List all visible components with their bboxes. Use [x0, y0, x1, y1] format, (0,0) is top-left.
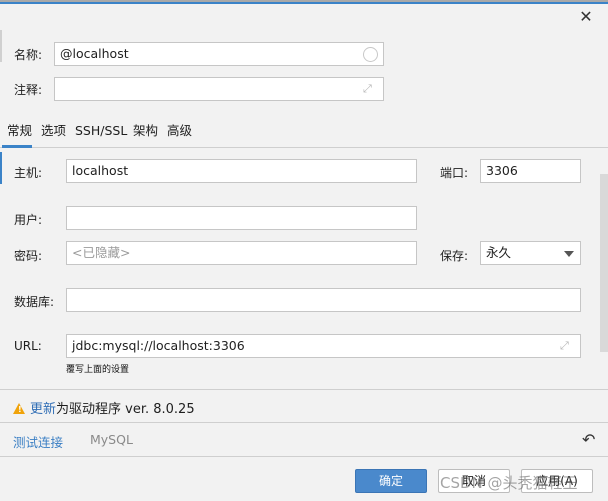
tab-schema[interactable]: 架构	[133, 122, 158, 140]
name-label: 名称:	[14, 48, 43, 62]
url-label: URL:	[14, 339, 42, 353]
name-input[interactable]: @localhost	[54, 42, 384, 66]
ok-button[interactable]: 确定	[355, 469, 427, 493]
left-edge-accent	[0, 152, 2, 184]
left-edge	[0, 30, 2, 62]
tab-ssh-ssl[interactable]: SSH/SSL	[75, 122, 127, 140]
url-input[interactable]: jdbc:mysql://localhost:3306 ⤢	[66, 334, 581, 358]
update-link[interactable]: 更新	[30, 402, 56, 417]
chevron-down-icon	[564, 251, 574, 257]
comment-input[interactable]: ⤢	[54, 77, 384, 101]
divider	[0, 456, 608, 457]
password-placeholder: <已隐藏>	[72, 245, 131, 260]
driver-warning: ! 更新为驱动程序 ver. 8.0.25	[13, 398, 195, 417]
expand-icon[interactable]: ⤢	[560, 339, 574, 353]
tab-bar: 常规 选项 SSH/SSL 架构 高级	[0, 122, 608, 148]
active-tab-indicator	[2, 145, 32, 148]
driver-name: MySQL	[90, 432, 133, 447]
comment-label: 注释:	[14, 83, 43, 97]
apply-button[interactable]: 应用(A)	[521, 469, 593, 493]
url-value: jdbc:mysql://localhost:3306	[72, 338, 245, 353]
url-hint: 覆写上面的设置	[66, 365, 130, 375]
close-icon[interactable]: ✕	[576, 8, 596, 28]
name-value: @localhost	[60, 46, 129, 61]
test-connection-link[interactable]: 测试连接	[13, 432, 63, 451]
window-accent-border	[0, 2, 608, 4]
divider	[0, 422, 608, 423]
cancel-button[interactable]: 取消	[438, 469, 510, 493]
save-label: 保存:	[440, 249, 469, 263]
database-label: 数据库:	[14, 295, 55, 309]
database-input[interactable]	[66, 288, 581, 312]
save-select[interactable]: 永久	[480, 241, 581, 265]
password-label: 密码:	[14, 249, 43, 263]
tab-options[interactable]: 选项	[41, 122, 66, 140]
scrollbar[interactable]	[600, 174, 608, 352]
port-value: 3306	[486, 163, 518, 178]
user-input[interactable]	[66, 206, 417, 230]
color-circle-icon[interactable]	[363, 47, 378, 62]
tab-advanced[interactable]: 高级	[167, 122, 192, 140]
undo-icon[interactable]: ↶	[582, 430, 595, 449]
divider	[0, 389, 608, 390]
save-value: 永久	[486, 245, 512, 260]
port-label: 端口:	[440, 166, 469, 180]
host-input[interactable]: localhost	[66, 159, 417, 183]
warning-icon: !	[13, 403, 25, 414]
port-input[interactable]: 3306	[480, 159, 581, 183]
tab-general[interactable]: 常规	[7, 122, 32, 140]
host-value: localhost	[72, 163, 129, 178]
password-input[interactable]: <已隐藏>	[66, 241, 417, 265]
host-label: 主机:	[14, 166, 43, 180]
expand-icon[interactable]: ⤢	[363, 82, 377, 96]
warning-text: 为驱动程序 ver. 8.0.25	[56, 402, 195, 417]
user-label: 用户:	[14, 213, 43, 227]
